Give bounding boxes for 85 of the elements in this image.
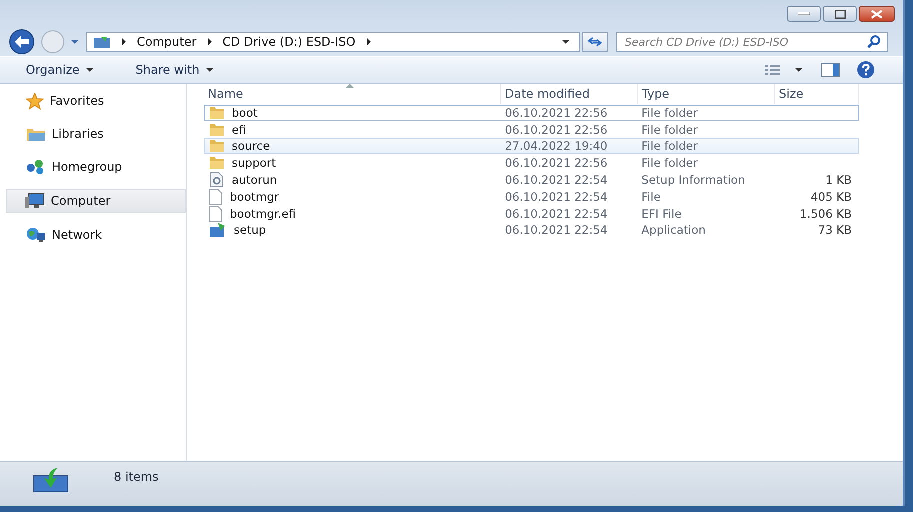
- sidebar-item[interactable]: Favorites: [8, 90, 186, 112]
- help-icon: [857, 61, 875, 79]
- address-bar[interactable]: Computer CD Drive (D:) ESD-ISO: [86, 32, 580, 52]
- breadcrumb[interactable]: CD Drive (D:) ESD-ISO: [222, 35, 356, 49]
- sidebar-item[interactable]: Network: [8, 224, 186, 246]
- chevron-icon[interactable]: [366, 38, 372, 46]
- computer-icon: [93, 35, 111, 49]
- file-row[interactable]: bootmgr.efi 06.10.2021 22:54 EFI File 1.506 KB: [204, 206, 859, 222]
- table-cell: 06.10.2021 22:56: [505, 122, 608, 137]
- network-icon: [26, 227, 46, 243]
- table-cell: File folder: [642, 122, 698, 137]
- column-header[interactable]: Size: [775, 84, 859, 104]
- caret-icon: [206, 68, 214, 72]
- maximize-button[interactable]: [823, 6, 857, 22]
- close-button[interactable]: [859, 6, 895, 22]
- file-icon: [209, 188, 223, 205]
- search-icon: [867, 35, 881, 49]
- computer-icon: [25, 193, 45, 209]
- table-cell: 06.10.2021 22:54: [505, 190, 608, 204]
- table-cell: 06.10.2021 22:54: [505, 223, 608, 238]
- table-cell: File folder: [642, 139, 698, 154]
- table-cell: 1 KB: [826, 172, 852, 187]
- file-row[interactable]: autorun 06.10.2021 22:54 Setup Information 1 KB: [204, 172, 859, 188]
- application-icon: [209, 222, 227, 238]
- file-icon: [209, 206, 223, 222]
- table-cell: File folder: [642, 106, 698, 120]
- minimize-icon: [798, 12, 810, 16]
- folder-icon: [209, 156, 225, 170]
- table-cell: Application: [642, 223, 706, 238]
- file-row[interactable]: setup 06.10.2021 22:54 Application 73 KB: [204, 222, 859, 238]
- close-icon: [871, 10, 883, 18]
- file-row[interactable]: bootmgr 06.10.2021 22:54 File 405 KB: [204, 188, 859, 205]
- table-cell: 73 KB: [818, 223, 852, 238]
- file-name[interactable]: bootmgr.efi: [230, 206, 296, 221]
- search-field[interactable]: Search CD Drive (D:) ESD-ISO: [616, 32, 888, 52]
- file-row[interactable]: source 27.04.2022 19:40 File folder: [204, 138, 859, 154]
- maximize-icon: [834, 10, 846, 18]
- table-cell: EFI File: [642, 206, 682, 221]
- drive-icon: [32, 466, 70, 494]
- table-cell: File folder: [642, 156, 698, 170]
- file-row[interactable]: efi 06.10.2021 22:56 File folder: [204, 122, 859, 138]
- sidebar-item[interactable]: Homegroup: [8, 156, 186, 178]
- sidebar-item[interactable]: Computer: [6, 189, 186, 213]
- column-header[interactable]: Date modified: [501, 84, 638, 104]
- file-name[interactable]: autorun: [232, 172, 278, 187]
- table-cell: 06.10.2021 22:56: [505, 156, 608, 170]
- file-row[interactable]: boot 06.10.2021 22:56 File folder: [204, 104, 859, 121]
- table-cell: 06.10.2021 22:54: [505, 206, 608, 221]
- column-header[interactable]: Type: [638, 84, 775, 104]
- file-name[interactable]: source: [232, 139, 270, 154]
- folder-icon: [209, 106, 225, 120]
- table-cell: 1.506 KB: [800, 206, 852, 221]
- table-cell: 27.04.2022 19:40: [505, 139, 608, 154]
- item-count: 8 items: [114, 470, 159, 484]
- minimize-button[interactable]: [787, 6, 821, 22]
- star-icon: [26, 92, 44, 110]
- folder-icon: [26, 126, 46, 142]
- table-cell: Setup Information: [642, 172, 746, 187]
- caret-icon: [86, 68, 94, 72]
- table-cell: 06.10.2021 22:54: [505, 172, 608, 187]
- folder-icon: [209, 139, 225, 154]
- file-row[interactable]: support 06.10.2021 22:56 File folder: [204, 155, 859, 172]
- table-cell: 405 KB: [810, 190, 852, 204]
- sidebar-item[interactable]: Libraries: [8, 123, 186, 145]
- toolbar-menu-button[interactable]: Organize: [14, 61, 104, 79]
- file-name[interactable]: efi: [232, 122, 246, 137]
- chevron-icon[interactable]: [206, 38, 213, 46]
- chevron-icon[interactable]: [121, 38, 127, 46]
- table-cell: 06.10.2021 22:56: [505, 106, 608, 120]
- folder-icon: [209, 122, 225, 137]
- column-header[interactable]: Name: [204, 84, 501, 104]
- file-name[interactable]: bootmgr: [230, 190, 280, 204]
- dropdown-icon[interactable]: [561, 38, 571, 46]
- file-name[interactable]: support: [232, 156, 276, 170]
- refresh-icon: [587, 36, 603, 48]
- file-name[interactable]: boot: [232, 106, 258, 120]
- refresh-button[interactable]: [582, 32, 608, 52]
- breadcrumb[interactable]: Computer: [137, 35, 197, 49]
- details-view-icon: [765, 64, 805, 76]
- toolbar-menu-button[interactable]: Share with: [124, 61, 224, 79]
- preview-pane-icon: [821, 62, 841, 78]
- settings-file-icon: [209, 172, 225, 188]
- homegroup-icon: [26, 159, 46, 175]
- table-cell: File: [642, 190, 661, 204]
- file-name[interactable]: setup: [234, 223, 266, 238]
